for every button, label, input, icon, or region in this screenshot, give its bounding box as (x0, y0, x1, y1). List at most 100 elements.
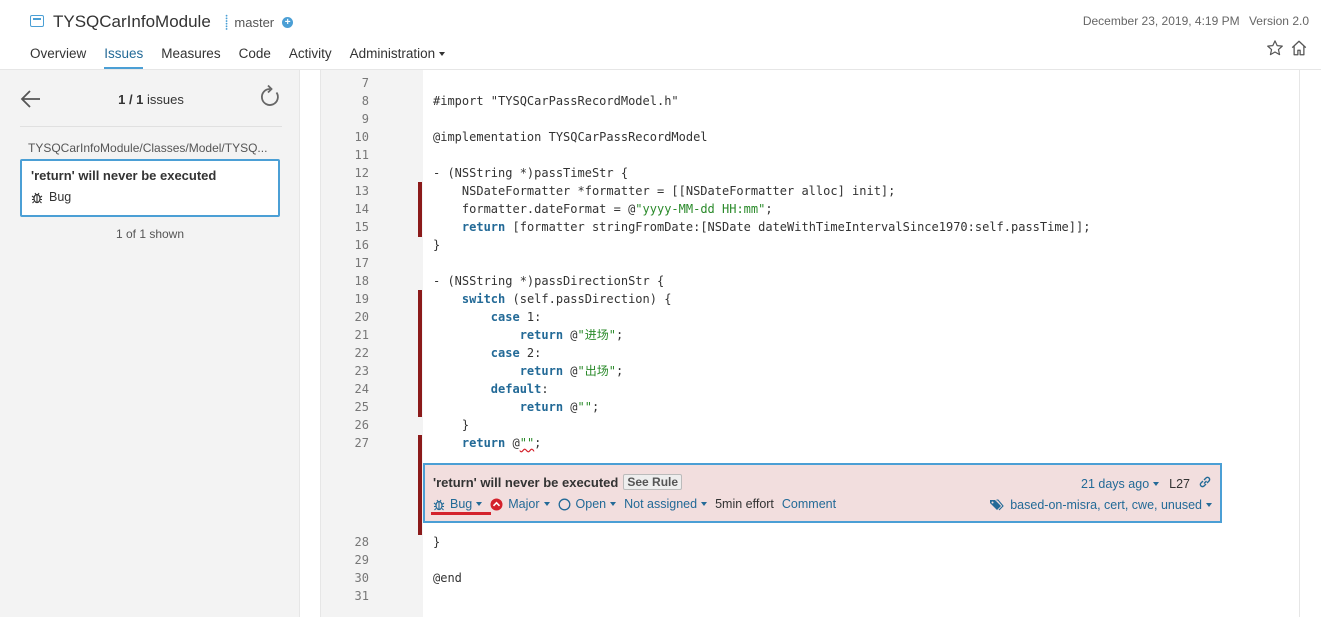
line-number[interactable]: 14 (321, 200, 369, 218)
sidebar-header: 1 / 1 issues (20, 84, 282, 124)
issue-type-label: Bug (450, 497, 473, 511)
issue-message[interactable]: 'return' will never be executed (433, 475, 618, 490)
line-number[interactable]: 24 (321, 380, 369, 398)
line-number[interactable]: 7 (321, 74, 369, 92)
code-line: 10 @implementation TYSQCarPassRecordModel (321, 128, 1299, 146)
issues-count: 1 / 1 issues (20, 92, 282, 107)
tab-measures[interactable]: Measures (161, 46, 220, 69)
issue-age: 21 days ago (1081, 476, 1150, 491)
code-line: 20 case 1: (321, 308, 1299, 326)
tab-code[interactable]: Code (239, 46, 271, 69)
code-line: 16} (321, 236, 1299, 254)
chevron-down-icon (543, 502, 550, 506)
line-number[interactable]: 9 (321, 110, 369, 128)
code-plain: 1: (519, 310, 542, 324)
code-text: - (NSString *)passDirectionStr { (433, 274, 665, 288)
code-keyword: return (519, 400, 564, 414)
analysis-date: December 23, 2019, 4:19 PM (1082, 14, 1240, 28)
issues-count-value: 1 / 1 (118, 92, 144, 107)
code-text: NSDateFormatter *formatter = [[NSDateFor… (433, 184, 896, 198)
code-line: 30 @end (321, 569, 1299, 587)
code-keyword: case (490, 346, 520, 360)
status-dropdown[interactable]: Open (558, 497, 617, 511)
line-number[interactable]: 17 (321, 254, 369, 272)
line-number[interactable]: 31 (321, 587, 369, 605)
line-number[interactable]: 21 (321, 326, 369, 344)
code-string: "出场" (577, 364, 616, 378)
code-text: case 1: (433, 308, 542, 326)
line-number[interactable]: 30 (321, 569, 369, 587)
code-line: 29 (321, 551, 1299, 569)
line-number[interactable]: 19 (321, 290, 369, 308)
chevron-down-icon (701, 502, 708, 506)
type-highlight-underline (431, 512, 491, 515)
main-nav: Overview Issues Measures Code Activity A… (30, 46, 463, 69)
line-number[interactable]: 8 (321, 92, 369, 110)
code-plain: [formatter stringFromDate:[NSDate dateWi… (505, 220, 1091, 234)
bug-icon (31, 192, 43, 203)
line-number[interactable]: 23 (321, 362, 369, 380)
effort-label: 5min effort (715, 497, 774, 511)
line-number[interactable]: 26 (321, 416, 369, 434)
code-text: case 2: (433, 344, 542, 362)
tab-issues[interactable]: Issues (104, 46, 144, 69)
issue-type-dropdown[interactable]: Bug (433, 497, 483, 511)
code-line: 27 return @""; (321, 434, 1299, 452)
code-keyword: return (519, 328, 564, 342)
code-string: "yyyy-MM-dd HH:mm" (635, 202, 766, 216)
comment-link[interactable]: Comment (782, 497, 836, 511)
severity-label: Major (508, 497, 540, 511)
line-number[interactable]: 10 (321, 128, 369, 146)
code-plain (433, 346, 491, 360)
code-line: 26 } (321, 416, 1299, 434)
home-icon[interactable] (1289, 38, 1309, 58)
line-number[interactable]: 16 (321, 236, 369, 254)
code-line: 23 return @"出场"; (321, 362, 1299, 380)
code-text: @implementation TYSQCarPassRecordModel (433, 130, 708, 144)
line-number[interactable]: 27 (321, 434, 369, 452)
analysis-version: Version 2.0 (1248, 14, 1309, 28)
tab-activity[interactable]: Activity (289, 46, 332, 69)
code-plain: ; (765, 202, 773, 216)
component-path: TYSQCarInfoModule/Classes/Model/TYSQ... (28, 141, 268, 155)
issue-attributes: Bug Major Open Not assigned 5min effort … (433, 497, 844, 511)
issue-card[interactable]: 'return' will never be executed Bug (20, 159, 280, 217)
line-number[interactable]: 25 (321, 398, 369, 416)
line-number[interactable]: 29 (321, 551, 369, 569)
issue-age-dropdown[interactable]: 21 days ago (1081, 476, 1160, 491)
plus-icon[interactable]: + (282, 16, 294, 28)
line-number[interactable]: 11 (321, 146, 369, 164)
code-line: 11 (321, 146, 1299, 164)
severity-dropdown[interactable]: Major (490, 497, 550, 511)
code-plain (433, 364, 520, 378)
line-number[interactable]: 12 (321, 164, 369, 182)
branch-selector[interactable]: ⸽ master + (225, 13, 294, 32)
link-icon[interactable] (1198, 475, 1212, 492)
code-plain: @ (563, 400, 578, 414)
line-number[interactable]: 13 (321, 182, 369, 200)
line-number[interactable]: 18 (321, 272, 369, 290)
line-number[interactable]: 28 (321, 533, 369, 551)
assignee-dropdown[interactable]: Not assigned (624, 497, 708, 511)
code-line: 25 return @""; (321, 398, 1299, 416)
code-text: } (433, 238, 441, 252)
code-keyword: return (461, 436, 506, 450)
reload-icon[interactable] (258, 84, 282, 110)
code-plain: (self.passDirection) { (505, 292, 672, 306)
code-line: 14 formatter.dateFormat = @"yyyy-MM-dd H… (321, 200, 1299, 218)
tab-administration[interactable]: Administration (350, 46, 446, 69)
code-plain (433, 436, 462, 450)
code-text: } (433, 418, 470, 432)
line-number[interactable]: 20 (321, 308, 369, 326)
divider (20, 126, 282, 127)
see-rule-button[interactable]: See Rule (623, 474, 683, 490)
project-name[interactable]: TYSQCarInfoModule (53, 12, 211, 32)
code-text: return [formatter stringFromDate:[NSDate… (433, 218, 1091, 236)
tab-overview[interactable]: Overview (30, 46, 86, 69)
line-number[interactable]: 22 (321, 344, 369, 362)
issue-tags[interactable]: based-on-misra, cert, cwe, unused (989, 498, 1212, 512)
star-icon[interactable] (1265, 38, 1285, 58)
issue-box[interactable]: 'return' will never be executed See Rule… (423, 463, 1222, 523)
chevron-down-icon (1153, 482, 1160, 487)
line-number[interactable]: 15 (321, 218, 369, 236)
